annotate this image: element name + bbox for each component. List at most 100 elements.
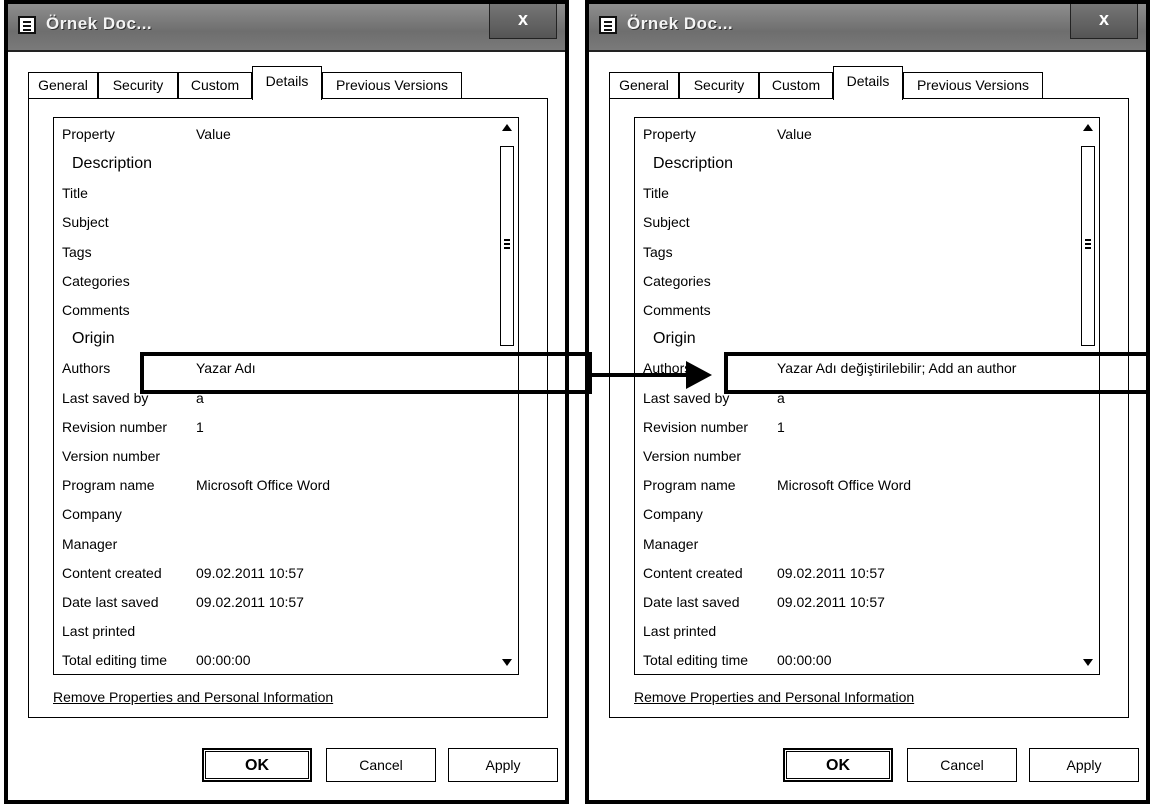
column-header-value[interactable]: Value	[777, 126, 812, 142]
section-header: Origin	[635, 327, 1075, 351]
property-row[interactable]: Subject	[54, 210, 494, 234]
section-label: Description	[653, 155, 734, 172]
section-header: Description	[635, 152, 1075, 176]
property-value[interactable]: 1	[777, 419, 785, 435]
property-name: Revision number	[643, 418, 749, 435]
close-button[interactable]: x	[1070, 4, 1138, 39]
section-header: Description	[54, 152, 494, 176]
property-row[interactable]: Company	[635, 502, 1075, 526]
apply-button[interactable]: Apply	[448, 748, 558, 782]
tab-details[interactable]: Details	[833, 66, 903, 100]
property-name: Total editing time	[62, 652, 168, 669]
tab-previous-versions[interactable]: Previous Versions	[903, 72, 1043, 98]
property-name: Title	[62, 185, 88, 202]
property-row[interactable]: Revision number 1	[635, 415, 1075, 439]
close-button[interactable]: x	[489, 4, 557, 39]
property-row[interactable]: Tags	[54, 240, 494, 264]
property-value[interactable]: 00:00:00	[196, 652, 251, 668]
property-row[interactable]: Manager	[54, 532, 494, 556]
property-row[interactable]: Total editing time 00:00:00	[635, 648, 1075, 672]
document-icon	[18, 16, 36, 34]
properties-dialog-left: Örnek Doc... x General Security Custom D…	[4, 0, 569, 804]
property-value[interactable]: 09.02.2011 10:57	[196, 594, 304, 610]
property-list[interactable]: Property Value Description Title Subject Ta…	[634, 117, 1100, 675]
list-header[interactable]: Property Value	[54, 122, 494, 146]
property-name: Last saved by	[643, 389, 730, 406]
arrow-up-icon[interactable]	[502, 124, 512, 131]
cancel-button[interactable]: Cancel	[326, 748, 436, 782]
property-name: Categories	[62, 272, 130, 289]
property-row[interactable]: Program name Microsoft Office Word	[635, 473, 1075, 497]
property-row[interactable]: Content created 09.02.2011 10:57	[54, 561, 494, 585]
tab-security[interactable]: Security	[679, 72, 759, 98]
scrollbar-thumb[interactable]	[500, 146, 514, 346]
list-header[interactable]: Property Value	[635, 122, 1075, 146]
arrow-up-icon[interactable]	[1083, 124, 1093, 131]
apply-button[interactable]: Apply	[1029, 748, 1139, 782]
remove-properties-link[interactable]: Remove Properties and Personal Informati…	[53, 689, 333, 705]
property-name: Company	[62, 506, 122, 523]
property-list[interactable]: Property Value Description Title Subject Ta…	[53, 117, 519, 675]
property-value[interactable]: Microsoft Office Word	[777, 477, 911, 493]
column-header-value[interactable]: Value	[196, 126, 231, 142]
property-row[interactable]: Title	[54, 181, 494, 205]
tab-custom[interactable]: Custom	[759, 72, 833, 98]
property-row[interactable]: Date last saved 09.02.2011 10:57	[635, 590, 1075, 614]
property-row[interactable]: Comments	[54, 298, 494, 322]
column-header-property[interactable]: Property	[62, 126, 115, 142]
property-row[interactable]: Content created 09.02.2011 10:57	[635, 561, 1075, 585]
details-panel: Property Value Description Title Subject Ta…	[609, 98, 1129, 718]
scrollbar-thumb[interactable]	[1081, 146, 1095, 346]
property-value[interactable]: Microsoft Office Word	[196, 477, 330, 493]
window-title: Örnek Doc...	[627, 14, 734, 33]
property-name: Date last saved	[643, 594, 740, 610]
grip-icon	[1085, 239, 1091, 241]
remove-properties-link[interactable]: Remove Properties and Personal Informati…	[634, 689, 914, 705]
property-row[interactable]: Program name Microsoft Office Word	[54, 473, 494, 497]
tab-general[interactable]: General	[609, 72, 679, 98]
property-name: Subject	[643, 214, 690, 231]
tab-details[interactable]: Details	[252, 66, 322, 100]
column-header-property[interactable]: Property	[643, 126, 696, 142]
property-name: Version number	[643, 448, 742, 464]
property-row[interactable]: Date last saved 09.02.2011 10:57	[54, 590, 494, 614]
title-bar: Örnek Doc... x	[8, 4, 565, 52]
arrow-down-icon[interactable]	[502, 659, 512, 666]
property-row[interactable]: Categories	[54, 269, 494, 293]
ok-button[interactable]: OK	[783, 748, 893, 782]
document-icon	[599, 16, 617, 34]
property-name: Subject	[62, 214, 109, 231]
arrow-down-icon[interactable]	[1083, 659, 1093, 666]
property-row[interactable]: Version number	[54, 444, 494, 468]
property-row[interactable]: Total editing time 00:00:00	[54, 648, 494, 672]
tab-previous-versions[interactable]: Previous Versions	[322, 72, 462, 98]
property-name: Title	[643, 185, 669, 202]
property-value[interactable]: 09.02.2011 10:57	[777, 594, 885, 610]
tab-security[interactable]: Security	[98, 72, 178, 98]
grip-icon	[504, 239, 510, 241]
property-value[interactable]: 1	[196, 419, 204, 435]
property-row[interactable]: Comments	[635, 298, 1075, 322]
property-row[interactable]: Revision number 1	[54, 415, 494, 439]
property-value[interactable]: 09.02.2011 10:57	[196, 565, 304, 581]
property-name: Content created	[643, 564, 743, 581]
property-row[interactable]: Last printed	[635, 619, 1075, 643]
property-row[interactable]: Categories	[635, 269, 1075, 293]
property-row[interactable]: Version number	[635, 444, 1075, 468]
cancel-button[interactable]: Cancel	[907, 748, 1017, 782]
authors-highlight-right	[724, 352, 1150, 394]
property-name: Authors	[62, 360, 111, 377]
property-value[interactable]: 09.02.2011 10:57	[777, 565, 885, 581]
tab-general[interactable]: General	[28, 72, 98, 98]
property-row[interactable]: Company	[54, 502, 494, 526]
tab-custom[interactable]: Custom	[178, 72, 252, 98]
property-name: Categories	[643, 272, 711, 289]
property-name: Last printed	[643, 623, 717, 640]
property-row[interactable]: Title	[635, 181, 1075, 205]
property-row[interactable]: Tags	[635, 240, 1075, 264]
property-row[interactable]: Manager	[635, 532, 1075, 556]
property-value[interactable]: 00:00:00	[777, 652, 832, 668]
property-row[interactable]: Subject	[635, 210, 1075, 234]
property-row[interactable]: Last printed	[54, 619, 494, 643]
ok-button[interactable]: OK	[202, 748, 312, 782]
